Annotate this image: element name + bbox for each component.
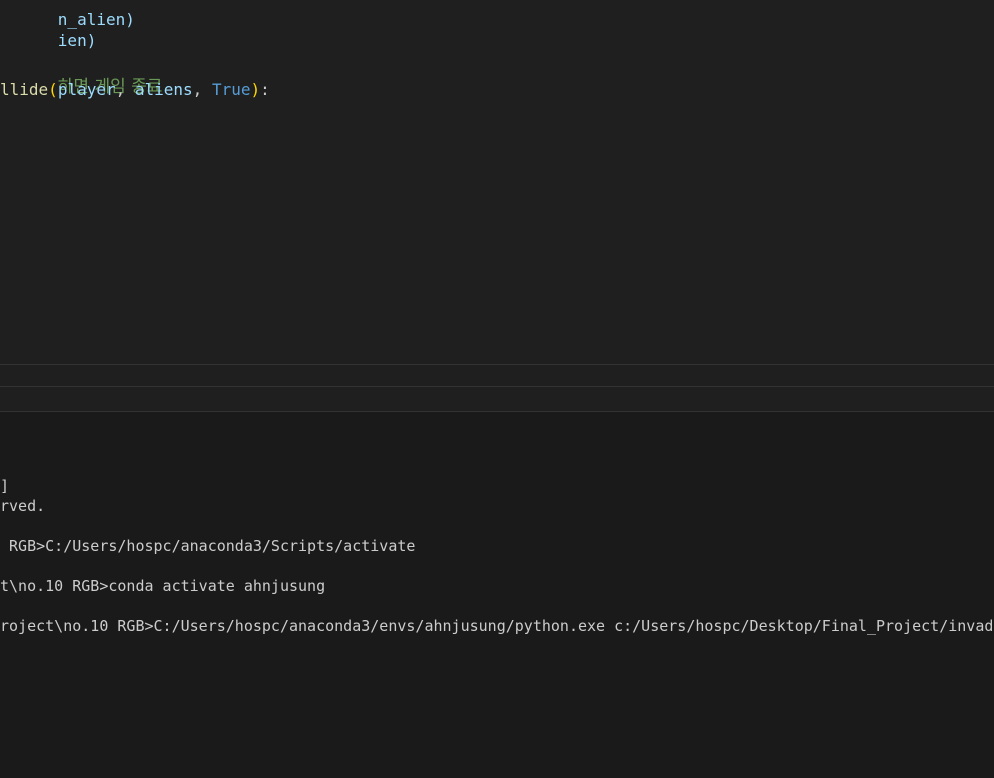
- colon: :: [260, 80, 270, 99]
- comma: ,: [115, 80, 135, 99]
- code-line: llide(player, aliens, True):: [0, 79, 270, 101]
- code-token: ien): [57, 31, 97, 50]
- function-name: llide: [0, 80, 49, 99]
- panel-spacer: [0, 365, 994, 386]
- terminal-line: t\no.10 RGB>conda activate ahnjusung: [0, 577, 326, 595]
- terminal-panel[interactable]: ] rved. RGB>C:/Users/hospc/anaconda3/Scr…: [0, 412, 994, 778]
- terminal-line: roject\no.10 RGB>C:/Users/hospc/anaconda…: [0, 617, 994, 635]
- vscode-window: n_alien) ien) 하면 게임 종료 llide(player, ali…: [0, 0, 994, 778]
- argument-aliens: aliens: [134, 80, 193, 99]
- argument-player: player: [57, 80, 116, 99]
- close-paren: ): [250, 80, 261, 99]
- code-comment-line: 하면 게임 종료: [0, 54, 163, 97]
- open-paren: (: [48, 80, 58, 99]
- terminal-line: RGB>C:/Users/hospc/anaconda3/Scripts/act…: [0, 537, 416, 555]
- code-line: ien): [0, 8, 97, 50]
- code-editor[interactable]: n_alien) ien) 하면 게임 종료 llide(player, ali…: [0, 0, 994, 364]
- panel-tab-strip[interactable]: [0, 387, 994, 411]
- comma: ,: [192, 80, 212, 99]
- keyword-true: True: [211, 80, 251, 99]
- terminal-line: ]: [0, 477, 10, 495]
- terminal-line: rved.: [0, 497, 46, 515]
